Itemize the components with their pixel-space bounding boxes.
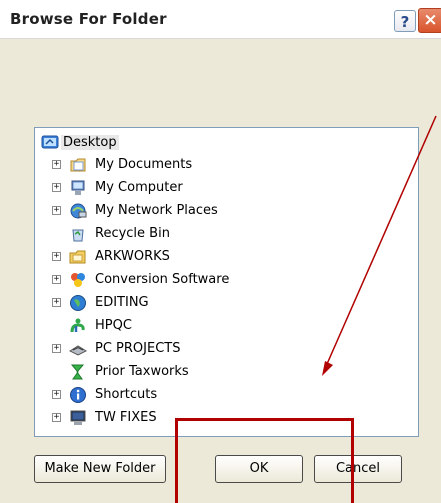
cancel-button[interactable]: Cancel [314, 455, 402, 483]
browse-for-folder-dialog: Browse For Folder ? × Desktop + My Docum… [0, 0, 441, 503]
pc-projects-icon [69, 345, 87, 356]
tree-item-conversion-software[interactable]: + Conversion Software [35, 270, 418, 292]
expand-icon[interactable]: + [52, 344, 61, 353]
shortcuts-info-icon [70, 387, 86, 403]
tree-item-label: My Network Places [95, 203, 218, 218]
hpqc-icon [70, 318, 85, 333]
expand-icon[interactable]: + [52, 183, 61, 192]
my-documents-icon [70, 158, 86, 172]
tree-item-label: Prior Taxworks [95, 364, 189, 379]
tree-item-label: PC PROJECTS [95, 341, 181, 356]
folder-tree[interactable]: Desktop + My Documents + My Computer + M… [34, 127, 419, 437]
tree-item-recycle-bin[interactable]: Recycle Bin [35, 224, 418, 246]
tree-item-label: My Computer [95, 180, 183, 195]
expand-icon[interactable]: + [52, 390, 61, 399]
expand-icon[interactable]: + [52, 206, 61, 215]
tree-item-label: Desktop [61, 135, 119, 150]
expand-icon[interactable]: + [52, 160, 61, 169]
tree-item-label: ARKWORKS [95, 249, 170, 264]
tree-item-label: My Documents [95, 157, 193, 172]
close-button[interactable]: × [418, 8, 441, 33]
prior-taxworks-icon [70, 364, 85, 380]
conversion-software-icon [71, 273, 85, 287]
tree-item-label: Recycle Bin [95, 226, 170, 241]
expand-icon[interactable]: + [52, 298, 61, 307]
desktop-icon [41, 135, 59, 149]
recycle-bin-icon [72, 229, 84, 242]
tree-item-editing[interactable]: + EDITING [35, 293, 418, 315]
make-new-folder-button[interactable]: Make New Folder [34, 455, 166, 483]
tree-item-tw-fixes[interactable]: + TW FIXES [35, 408, 418, 430]
tree-item-label: TW FIXES [95, 410, 157, 425]
network-places-icon [70, 203, 87, 219]
tree-item-my-network-places[interactable]: + My Network Places [35, 201, 418, 223]
tree-item-arkworks[interactable]: + ARKWORKS [35, 247, 418, 269]
expand-icon[interactable]: + [52, 413, 61, 422]
tree-item-my-documents[interactable]: + My Documents [35, 155, 418, 177]
tree-item-label: EDITING [95, 295, 149, 310]
tree-item-hpqc[interactable]: HPQC [35, 316, 418, 338]
tree-item-shortcuts[interactable]: + Shortcuts [35, 385, 418, 407]
tree-item-pc-projects[interactable]: + PC PROJECTS [35, 339, 418, 361]
tree-item-label: HPQC [95, 318, 132, 333]
tree-item-label: Shortcuts [95, 387, 158, 402]
expand-icon[interactable]: + [52, 252, 61, 261]
ok-button[interactable]: OK [215, 455, 303, 483]
tree-item-desktop[interactable]: Desktop [35, 133, 418, 155]
dialog-title: Browse For Folder [10, 10, 167, 28]
tw-fixes-monitor-icon [70, 410, 86, 425]
my-computer-icon [71, 180, 85, 195]
tree-item-prior-taxworks[interactable]: Prior Taxworks [35, 362, 418, 384]
folder-icon [69, 250, 86, 264]
expand-icon[interactable]: + [52, 275, 61, 284]
tree-item-label: Conversion Software [95, 272, 230, 287]
editing-globe-icon [70, 295, 86, 311]
tree-item-my-computer[interactable]: + My Computer [35, 178, 418, 200]
title-bar: Browse For Folder ? × [0, 0, 441, 39]
help-button[interactable]: ? [394, 10, 416, 32]
